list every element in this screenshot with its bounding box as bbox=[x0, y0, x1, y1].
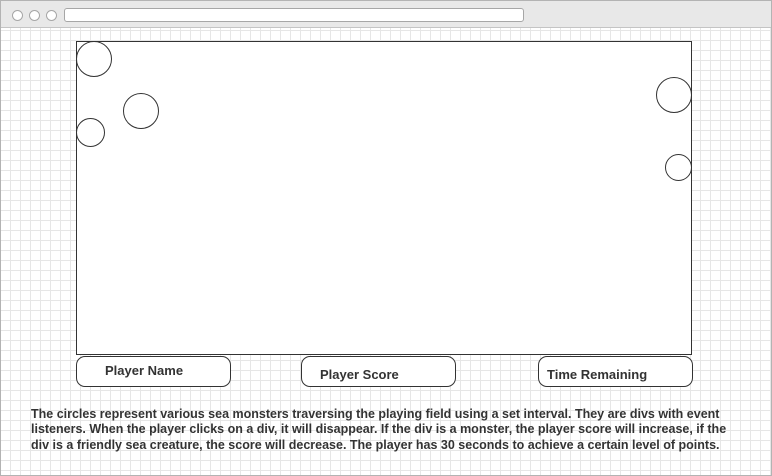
window-maximize-button[interactable] bbox=[46, 10, 57, 21]
sea-creature-circle[interactable] bbox=[76, 118, 105, 147]
sea-creature-circle[interactable] bbox=[76, 41, 112, 77]
time-remaining-label: Time Remaining bbox=[547, 367, 648, 382]
window-minimize-button[interactable] bbox=[29, 10, 40, 21]
browser-title-bar bbox=[1, 1, 771, 28]
sea-creature-circle[interactable] bbox=[665, 154, 692, 181]
sea-creature-circle[interactable] bbox=[123, 93, 159, 129]
sea-creature-circle[interactable] bbox=[656, 77, 692, 113]
game-description: The circles represent various sea monste… bbox=[31, 407, 727, 452]
time-remaining-box: Time Remaining bbox=[538, 356, 693, 387]
player-score-box: Player Score bbox=[301, 356, 456, 387]
playing-field[interactable] bbox=[76, 41, 692, 355]
window-close-button[interactable] bbox=[12, 10, 23, 21]
player-score-label: Player Score bbox=[320, 367, 399, 382]
address-bar[interactable] bbox=[64, 8, 524, 22]
player-name-label: Player Name bbox=[105, 363, 184, 378]
player-name-box: Player Name bbox=[76, 356, 231, 387]
